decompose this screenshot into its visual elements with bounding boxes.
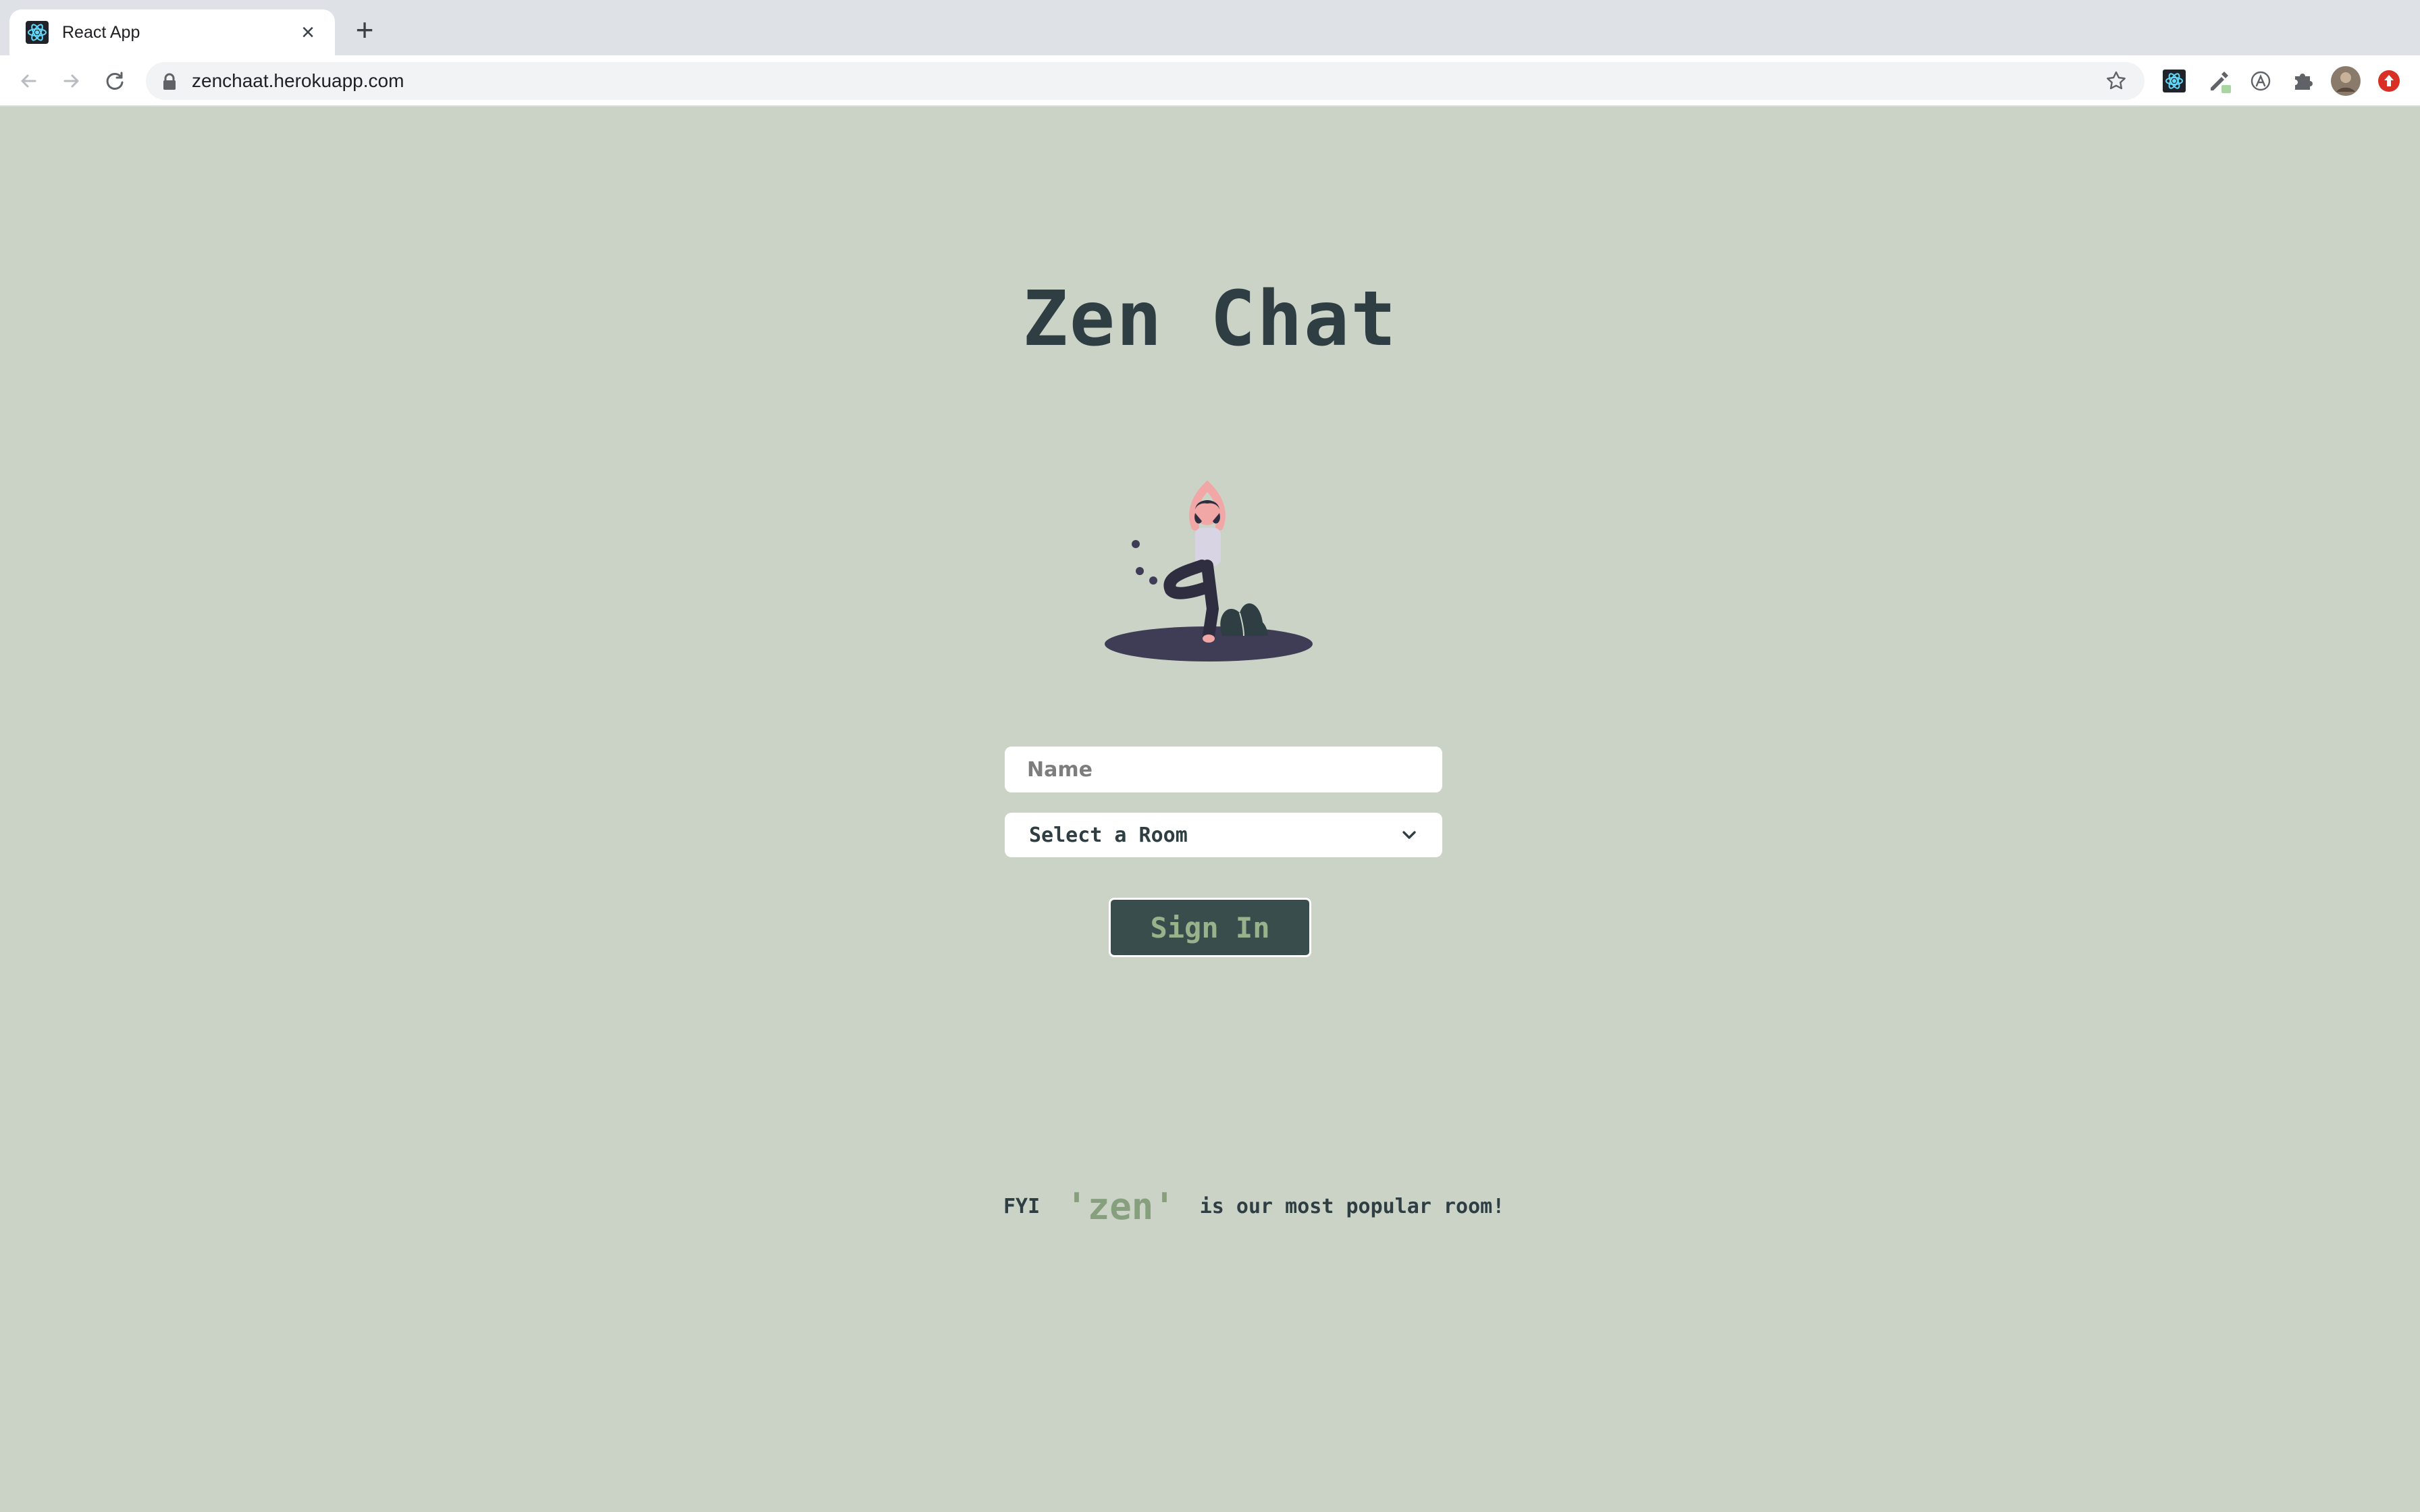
- url-text: zenchaat.herokuapp.com: [192, 70, 404, 91]
- update-icon[interactable]: [2373, 65, 2405, 97]
- name-input[interactable]: [1005, 747, 1442, 792]
- room-select-value: Select a Room: [1029, 823, 1188, 847]
- lock-icon: [162, 73, 177, 90]
- address-bar[interactable]: zenchaat.herokuapp.com: [146, 62, 2145, 100]
- react-icon: [26, 21, 49, 44]
- accessibility-icon[interactable]: [2244, 65, 2277, 97]
- react-devtools-icon[interactable]: [2158, 65, 2190, 97]
- browser-tab-strip: React App × +: [0, 0, 2420, 55]
- close-icon[interactable]: ×: [294, 19, 321, 46]
- color-picker-icon[interactable]: [2203, 65, 2235, 97]
- star-icon[interactable]: [2103, 68, 2130, 94]
- room-select[interactable]: Select a Room: [1005, 813, 1442, 857]
- back-arrow-icon[interactable]: [12, 65, 45, 97]
- avatar[interactable]: [2330, 65, 2362, 97]
- yoga-illustration: [1101, 452, 1317, 668]
- browser-tab[interactable]: React App ×: [9, 9, 335, 55]
- sign-in-button[interactable]: Sign In: [1109, 898, 1311, 957]
- popular-room-note: FYI 'zen' is our most popular room!: [1003, 1183, 1504, 1230]
- puzzle-icon[interactable]: [2286, 65, 2319, 97]
- chevron-down-icon: [1400, 826, 1418, 844]
- tab-title: React App: [62, 22, 140, 42]
- popular-room-name: 'zen': [1066, 1185, 1176, 1228]
- fyi-text: is our most popular room!: [1199, 1194, 1505, 1218]
- browser-toolbar: zenchaat.herokuapp.com: [0, 55, 2420, 107]
- new-tab-button[interactable]: +: [350, 14, 379, 45]
- page-title: Zen Chat: [1022, 275, 1398, 363]
- fyi-label: FYI: [1003, 1194, 1041, 1218]
- forward-arrow-icon[interactable]: [55, 65, 88, 97]
- reload-icon[interactable]: [99, 65, 131, 97]
